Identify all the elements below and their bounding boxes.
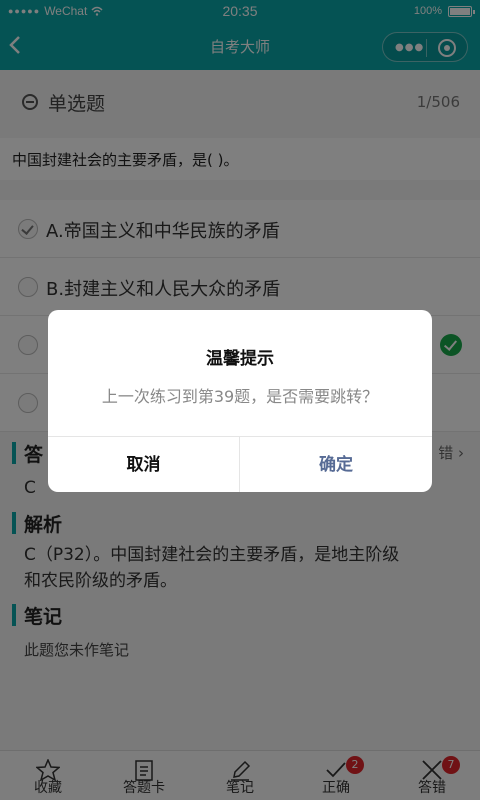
confirm-button[interactable]: 确定 [240,437,432,492]
dialog-title: 温馨提示 [206,349,274,369]
dialog-footer: 取消 确定 [48,436,432,492]
dialog-message: 上一次练习到第39题，是否需要跳转？ [101,387,379,406]
resume-dialog: 温馨提示 上一次练习到第39题，是否需要跳转？ 取消 确定 [48,310,432,492]
cancel-button[interactable]: 取消 [48,437,240,492]
